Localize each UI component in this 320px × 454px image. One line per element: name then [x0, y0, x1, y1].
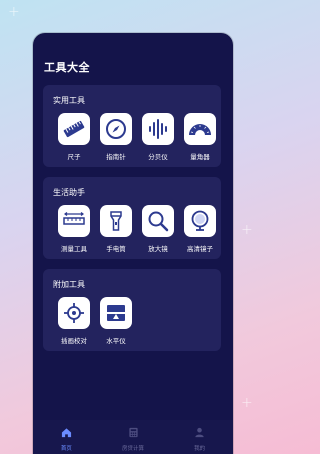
sound-wave-icon	[142, 113, 174, 145]
user-icon	[194, 423, 205, 442]
section-title: 附加工具	[53, 280, 85, 289]
tool-label: 量角器	[190, 153, 210, 161]
tab-label: 房贷计算	[122, 445, 145, 452]
crosshair-icon	[58, 297, 90, 329]
tab-label: 我的	[194, 445, 206, 452]
tool-measure[interactable]: 测量工具	[54, 205, 94, 253]
tool-label: 测量工具	[61, 245, 87, 253]
compass-icon	[100, 113, 132, 145]
section-title: 实用工具	[53, 96, 85, 105]
magnifier-icon	[142, 205, 174, 237]
tool-decibel[interactable]: 分贝仪	[138, 113, 178, 161]
tool-label: 高清镜子	[187, 245, 213, 253]
section-card-life: 生活助手 测量工具 手电筒 放大镜 高清镜子	[43, 177, 221, 259]
measure-icon	[58, 205, 90, 237]
level-icon	[100, 297, 132, 329]
tab-home[interactable]: 首页	[33, 420, 100, 454]
tool-label: 水平仪	[106, 337, 126, 345]
tool-ruler[interactable]: 尺子	[54, 113, 94, 161]
decor-plus-icon: +	[8, 4, 20, 20]
section-card-practical: 实用工具 尺子 指南针 分贝仪 量角器	[43, 85, 221, 167]
section-title: 生活助手	[53, 188, 85, 197]
tool-label: 手电筒	[106, 245, 126, 253]
tab-profile[interactable]: 我的	[166, 420, 233, 454]
tool-label: 插画校对	[61, 337, 87, 345]
tool-label: 放大镜	[148, 245, 168, 253]
mirror-icon	[184, 205, 216, 237]
decor-plus-icon: +	[241, 395, 253, 411]
tool-level[interactable]: 水平仪	[96, 297, 136, 345]
tool-flashlight[interactable]: 手电筒	[96, 205, 136, 253]
page-title: 工具大全	[44, 61, 90, 74]
tool-mirror[interactable]: 高清镜子	[180, 205, 220, 253]
tab-label: 首页	[60, 445, 72, 452]
protractor-icon	[184, 113, 216, 145]
decor-plus-icon: +	[241, 222, 253, 238]
tool-compass[interactable]: 指南针	[96, 113, 136, 161]
bottom-tab-bar: 首页 房贷计算 我的	[33, 420, 233, 454]
section-card-extra: 附加工具 插画校对 水平仪	[43, 269, 221, 351]
tool-protractor[interactable]: 量角器	[180, 113, 220, 161]
calculator-icon	[128, 423, 139, 442]
tab-mortgage-calculator[interactable]: 房贷计算	[100, 420, 167, 454]
home-icon	[61, 423, 72, 442]
ruler-icon	[58, 113, 90, 145]
tool-label: 尺子	[67, 153, 81, 161]
app-screen: 工具大全 实用工具 尺子 指南针 分贝仪 量角器 生活助手 测量工具 手电筒 放…	[33, 33, 233, 454]
tool-label: 分贝仪	[148, 153, 168, 161]
tool-label: 指南针	[106, 153, 126, 161]
tool-crosshair[interactable]: 插画校对	[54, 297, 94, 345]
tool-magnifier[interactable]: 放大镜	[138, 205, 178, 253]
flashlight-icon	[100, 205, 132, 237]
